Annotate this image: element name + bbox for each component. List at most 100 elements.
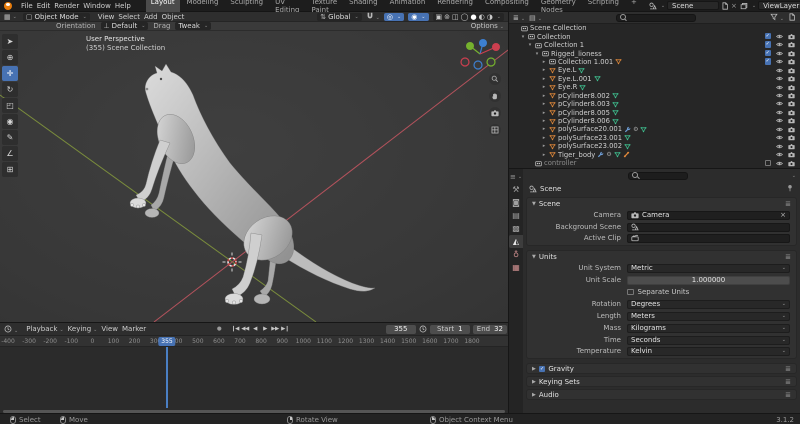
background-scene-id-field[interactable] [627,223,790,232]
hide-viewport-eye-icon[interactable] [776,143,783,151]
show-overlays-toggle[interactable]: ⊚ [444,13,450,21]
disable-render-camera-icon[interactable] [788,33,795,41]
record-button[interactable]: ● [215,326,223,332]
outliner-filter-icon[interactable]: ⌄ [770,13,784,22]
hide-viewport-eye-icon[interactable] [776,92,783,100]
length-dropdown[interactable]: Meters⌄ [627,312,790,321]
lioness-model[interactable] [130,64,375,305]
measure-tool[interactable]: ∠ [2,146,18,161]
shading-solid-icon[interactable]: ● [470,13,476,21]
viewport-menu-add[interactable]: Add [142,13,160,21]
expand-icon[interactable]: ▸ [541,84,547,90]
orientation-dropdown[interactable]: ⇅Global⌄ [317,13,361,21]
active-clip-id-field[interactable] [627,234,790,243]
outliner-search-input[interactable] [616,14,696,22]
outliner-row[interactable]: Scene Collection [509,24,800,32]
proportional-edit-toggle[interactable]: ◉⌄ [408,13,428,21]
timeline-menu-keying[interactable]: Keying⌄ [66,325,100,333]
options-dropdown[interactable]: Options⌄ [471,22,504,30]
render-tab[interactable]: ◙ [509,196,523,209]
expand-icon[interactable]: ▾ [534,51,540,57]
shading-dropdown-icon[interactable]: ⌄ [497,14,501,20]
outliner-row[interactable]: ▸ pCylinder8.006 [509,117,800,125]
disable-render-camera-icon[interactable] [788,117,795,125]
ortho-toggle-icon[interactable] [489,124,501,136]
outliner-row[interactable]: ▸ polySurface23.001 [509,134,800,142]
outliner-editor-icon[interactable]: ≣⌄ [513,14,525,22]
new-scene-icon[interactable] [721,2,729,10]
xray-toggle[interactable]: ◫ [452,13,459,21]
disable-render-camera-icon[interactable] [788,109,795,117]
end-frame-field[interactable]: End32 [473,325,507,334]
shading-wireframe-icon[interactable]: ◯ [461,13,469,21]
panel-options-icon[interactable]: ≣ [785,391,791,399]
timeline-ruler[interactable]: 355 -400-300-200-10001002003004005006007… [0,336,508,347]
outliner-row[interactable]: ▸ Eye.L.001 [509,75,800,83]
expand-icon[interactable]: ▸ [541,76,547,82]
menu-edit[interactable]: Edit [35,2,53,10]
timeline-tracks[interactable] [0,347,508,408]
expand-icon[interactable]: ▸ [541,152,547,158]
expand-icon[interactable]: ▸ [541,59,547,65]
jump-to-start-button[interactable]: ❙◀ [231,326,239,332]
hide-viewport-eye-icon[interactable] [776,84,783,92]
playhead[interactable] [166,347,168,408]
disable-render-camera-icon[interactable] [788,100,795,108]
nav-gizmo[interactable] [461,39,500,69]
hide-viewport-eye-icon[interactable] [776,67,783,75]
gravity-panel-header[interactable]: ▶✓ Gravity≣ [527,364,796,374]
menu-help[interactable]: Help [113,2,133,10]
transform-tool[interactable]: ◉ [2,114,18,129]
checkbox-icon[interactable]: ✓ [765,41,772,48]
viewport-menu-select[interactable]: Select [116,13,142,21]
tool-tab[interactable]: ⚒ [509,183,523,196]
view-layer-tab[interactable]: ▩ [509,222,523,235]
checkbox-icon[interactable] [765,160,772,167]
checkbox-icon[interactable]: ✓ [539,366,546,373]
outliner-row[interactable]: ▸ Eye.R [509,83,800,91]
jump-to-end-button[interactable]: ▶❙ [281,326,289,332]
texture-tab[interactable]: ▦ [509,261,523,274]
annotate-tool[interactable]: ✎ [2,130,18,145]
current-frame-field[interactable]: 355 [386,325,416,334]
checkbox-icon[interactable]: ✓ [765,50,772,57]
prev-keyframe-button[interactable]: ◀◀ [241,326,249,332]
timeline-menu-view[interactable]: View [99,325,120,333]
expand-icon[interactable]: ▸ [541,101,547,107]
menu-window[interactable]: Window [81,2,113,10]
timeline-menu-marker[interactable]: Marker [120,325,148,333]
checkbox-icon[interactable]: ✓ [765,33,772,40]
menu-render[interactable]: Render [52,2,81,10]
blender-logo-icon[interactable] [4,2,12,10]
pin-icon[interactable] [786,184,794,192]
timeline-menu-playback[interactable]: Playback⌄ [24,325,65,333]
panel-options-icon[interactable]: ≣ [785,378,791,386]
properties-search-input[interactable] [628,172,688,180]
outliner-row[interactable]: ▾ Collection✓ [509,32,800,40]
disable-render-camera-icon[interactable] [788,151,795,159]
disable-render-camera-icon[interactable] [788,84,795,92]
orientation-value-dropdown[interactable]: ⊥Default⌄ [101,22,149,30]
expand-icon[interactable]: ▾ [527,42,533,48]
disable-render-camera-icon[interactable] [788,50,795,58]
properties-editor-icon[interactable]: ≡⌄ [509,170,523,183]
hide-viewport-eye-icon[interactable] [776,117,783,125]
disable-render-camera-icon[interactable] [788,126,795,134]
add-cube-tool[interactable]: ⊞ [2,162,18,177]
outliner-row[interactable]: ▾ Collection 1✓ [509,41,800,49]
unlink-scene-icon[interactable]: × [731,2,737,10]
expand-icon[interactable]: ▸ [541,135,547,141]
outliner-row[interactable]: ▸ pCylinder8.005 [509,108,800,116]
panel-options-icon[interactable]: ≣ [785,200,791,208]
expand-icon[interactable]: ▸ [541,67,547,73]
play-button[interactable]: ▶ [261,326,269,332]
outliner-row[interactable]: ▸ polySurface20.001⚙ [509,125,800,133]
disable-render-camera-icon[interactable] [788,75,795,83]
expand-icon[interactable]: ▸ [541,93,547,99]
mode-dropdown[interactable]: ▢Object Mode⌄ [23,13,90,21]
next-keyframe-button[interactable]: ▶▶ [271,326,279,332]
viewport-3d[interactable]: User Perspective (355) Scene Collection … [0,31,508,322]
camera-view-icon[interactable] [489,107,501,119]
outliner-row[interactable]: ▾ Rigged_lioness✓ [509,49,800,57]
outliner-row[interactable]: ▸ polySurface23.002 [509,142,800,150]
